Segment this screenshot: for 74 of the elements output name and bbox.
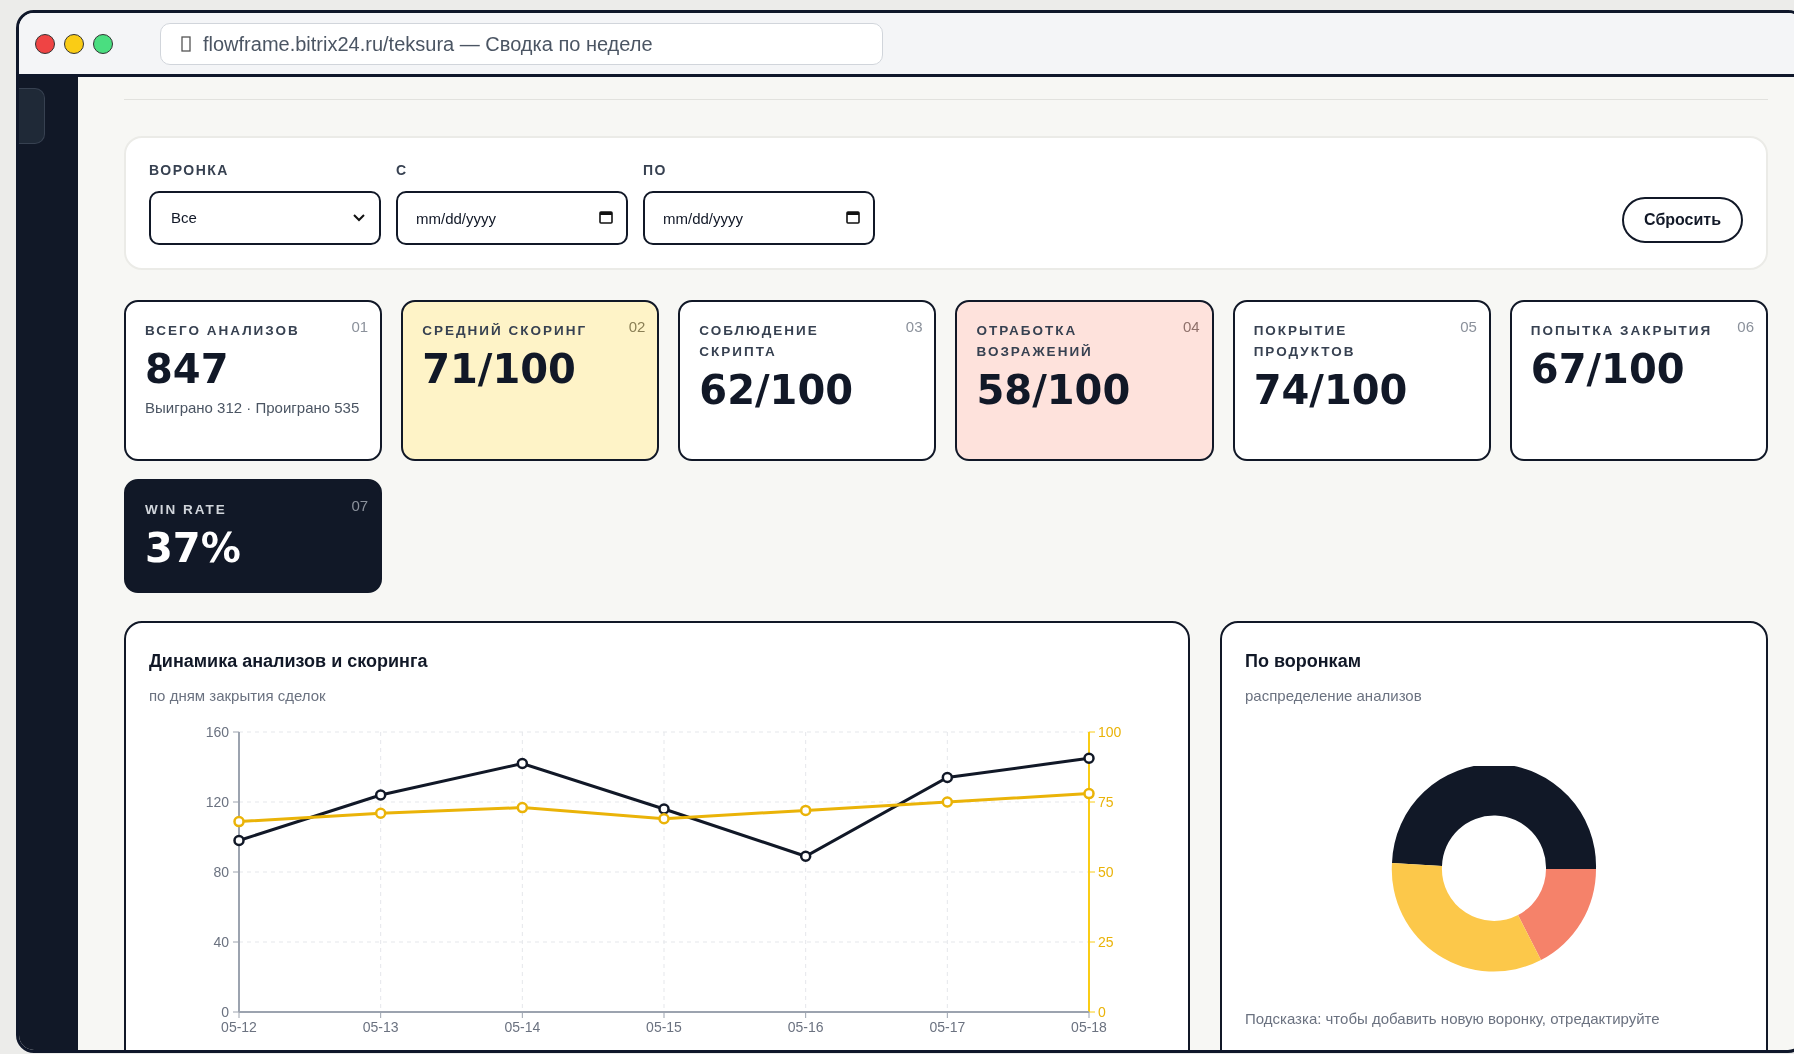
axis-tick-label: 120 (205, 793, 229, 810)
card-number: 04 (1182, 317, 1200, 337)
card-title: По воронкам (1245, 650, 1362, 673)
kpi-label: ПОКРЫТИЕ ПРОДУКТОВ (1253, 322, 1357, 361)
kpi-label: ОТРАБОТКА ВОЗРАЖЕНИЙ (976, 322, 1094, 361)
maximize-icon[interactable] (93, 33, 113, 54)
kpi-value: 71/100 (422, 345, 577, 393)
card-number: 03 (905, 317, 923, 337)
data-point (374, 788, 387, 801)
card-number: 01 (351, 317, 369, 337)
axis-tick-label: 05-14 (504, 1018, 541, 1035)
data-point (516, 757, 529, 769)
data-point (233, 815, 245, 827)
data-point (233, 834, 245, 846)
page-icon (181, 35, 191, 52)
data-point (1083, 787, 1095, 799)
data-point (658, 812, 670, 825)
address-bar[interactable]: flowframe.bitrix24.ru/teksura — Сводка по неделе (160, 22, 883, 65)
card-subtitle: распределение анализов (1245, 686, 1423, 706)
kpi-label: ВСЕГО АНАЛИЗОВ (145, 322, 300, 340)
date-field[interactable]: mm/dd/yyyy (396, 191, 628, 245)
caret-icon (353, 214, 365, 222)
kpi-label: СОБЛЮДЕНИЕ СКРИПТА (699, 322, 820, 361)
filter-label: ПО (643, 161, 668, 180)
card-subtitle: по дням закрытия сделок (149, 686, 327, 706)
data-point (658, 802, 670, 815)
data-point (374, 806, 387, 819)
kpi-value: 58/100 (976, 366, 1132, 414)
kpi-label: ПОПЫТКА ЗАКРЫТИЯ (1530, 322, 1713, 340)
kpi-value: 62/100 (699, 366, 855, 414)
kpi-note: Выиграно 312 · Проиграно 535 (145, 398, 361, 418)
date-field[interactable]: mm/dd/yyyy (643, 191, 875, 245)
axis-tick-label: 40 (213, 933, 229, 950)
hint-text: Подсказка: чтобы добавить новую воронку, отредактируйте (1245, 1008, 1661, 1029)
card-number: 05 (1460, 317, 1477, 337)
reset-button[interactable]: Сбросить (1622, 197, 1743, 243)
axis-tick-label: 05-12 (221, 1018, 257, 1035)
axis-tick-label: 25 (1098, 933, 1114, 950)
close-icon[interactable] (35, 33, 55, 54)
address-text: flowframe.bitrix24.ru/teksura — Сводка по неделе (203, 31, 653, 57)
card-number: 07 (351, 496, 369, 516)
axis-tick-label: 05-16 (787, 1018, 824, 1035)
calendar-icon (599, 210, 613, 224)
kpi-label: WIN RATE (145, 501, 227, 519)
axis-tick-label: 05-17 (929, 1018, 966, 1035)
kpi-label: СРЕДНИЙ СКОРИНГ (422, 322, 588, 340)
kpi-value: 67/100 (1530, 345, 1686, 393)
data-point (516, 801, 529, 813)
data-point (941, 771, 954, 783)
axis-tick-label: 05-15 (646, 1018, 682, 1035)
axis-tick-label: 100 (1098, 723, 1122, 740)
axis-tick-label: 05-18 (1071, 1018, 1107, 1035)
data-point (941, 795, 954, 808)
minimize-icon[interactable] (64, 33, 84, 54)
axis-tick-label: 0 (1098, 1003, 1106, 1020)
axis-tick-label: 80 (213, 863, 229, 880)
card-title: Динамика анализов и скоринга (149, 650, 429, 673)
axis-tick-label: 160 (205, 723, 229, 740)
kpi-value: 37% (145, 524, 242, 572)
data-point (799, 850, 812, 862)
card-number: 02 (628, 317, 646, 337)
axis-tick-label: 50 (1098, 863, 1114, 880)
axis-tick-label: 75 (1098, 793, 1114, 810)
data-point (799, 804, 812, 816)
card-number: 06 (1737, 317, 1754, 337)
data-point (1083, 752, 1095, 764)
axis-tick-label: 05-13 (362, 1018, 399, 1035)
filter-label: ВОРОНКА (149, 161, 230, 180)
funnel-select[interactable]: Все (149, 191, 381, 245)
axis-tick-label: 0 (221, 1003, 229, 1020)
filter-label: С (396, 161, 409, 180)
kpi-value: 847 (145, 345, 230, 393)
calendar-icon (846, 210, 860, 224)
kpi-value: 74/100 (1253, 366, 1409, 414)
